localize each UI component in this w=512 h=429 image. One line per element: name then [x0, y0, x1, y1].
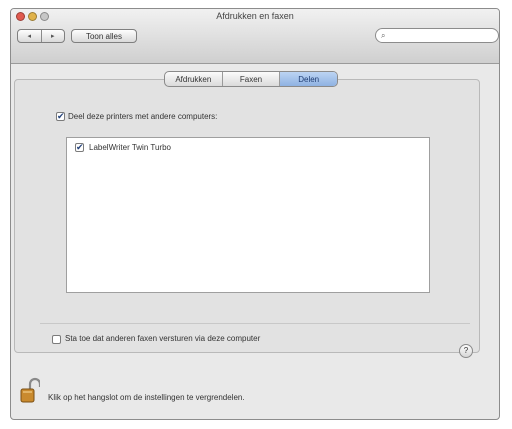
share-printers-checkbox[interactable]: ✔ [56, 112, 65, 121]
help-button[interactable]: ? [459, 344, 473, 358]
divider [40, 323, 470, 324]
lock-message: Klik op het hangslot om de instellingen … [48, 393, 245, 402]
window-title: Afdrukken en faxen [216, 11, 294, 21]
printer-list[interactable]: ✔ LabelWriter Twin Turbo [66, 137, 430, 293]
back-forward-control: ◂ ▸ [17, 29, 65, 43]
printer-share-checkbox[interactable]: ✔ [75, 143, 84, 152]
tab-faxen[interactable]: Faxen [221, 72, 280, 86]
tab-bar: Afdrukken Faxen Delen [164, 71, 338, 87]
search-input[interactable]: ⌕ [375, 28, 499, 43]
tab-delen[interactable]: Delen [279, 72, 337, 86]
back-button[interactable]: ◂ [18, 30, 41, 42]
share-printers-label: Deel deze printers met andere computers: [68, 112, 218, 121]
search-icon: ⌕ [381, 31, 386, 40]
lock-icon[interactable] [20, 377, 40, 403]
forward-button[interactable]: ▸ [40, 30, 65, 42]
printer-name: LabelWriter Twin Turbo [89, 143, 171, 152]
show-all-button[interactable]: Toon alles [71, 29, 137, 43]
allow-fax-checkbox[interactable] [52, 335, 61, 344]
title-bar: Afdrukken en faxen ◂ ▸ Toon alles ⌕ [11, 9, 499, 64]
tab-afdrukken[interactable]: Afdrukken [165, 72, 222, 86]
allow-fax-label: Sta toe dat anderen faxen versturen via … [65, 334, 261, 343]
